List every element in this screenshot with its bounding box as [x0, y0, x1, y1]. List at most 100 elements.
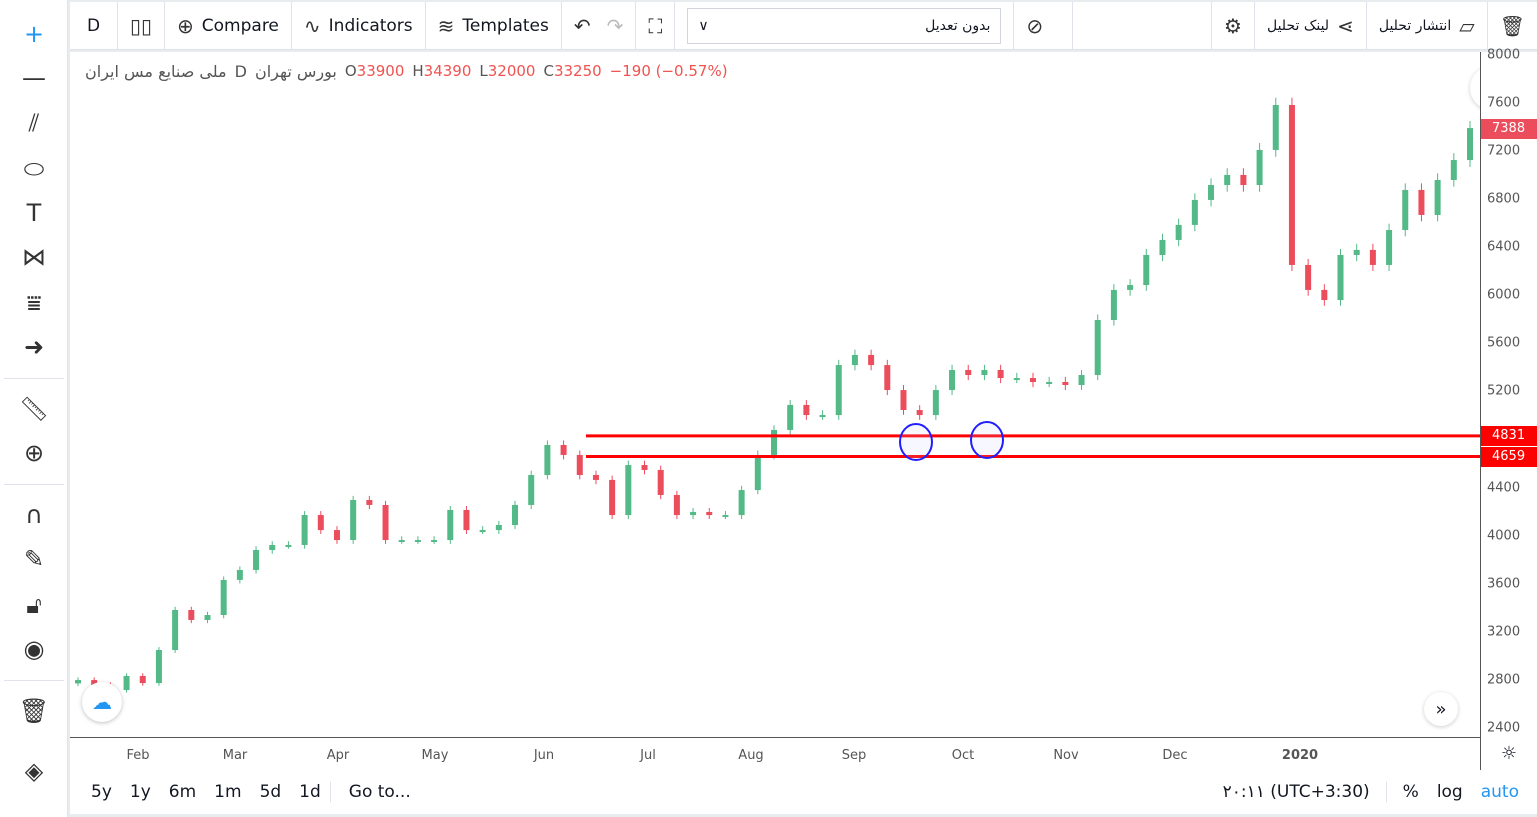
- publish-label: انتشار تحلیل: [1378, 17, 1452, 34]
- bottom-toolbar: 5y 1y 6m 1m 5d 1d Go to... ۲۰:۱۱ (UTC+3:30) %…: [70, 770, 1537, 814]
- shapes-icon[interactable]: ⬭: [14, 152, 54, 186]
- candle-body: [1127, 285, 1134, 290]
- candle-body: [350, 500, 357, 541]
- candle-body: [900, 390, 907, 411]
- eye-icon[interactable]: ◉: [14, 632, 54, 666]
- range-5y[interactable]: 5y: [82, 782, 121, 802]
- interval-button[interactable]: D: [70, 1, 118, 50]
- drawing-toolbar: + — ⫽ ⬭ T ⋈ ⩸ ➜ 📏︎ ⊕ ∩ ✎ 🔓︎ ◉ 🗑︎ ◈: [0, 0, 68, 817]
- range-5d[interactable]: 5d: [251, 782, 291, 802]
- candle-body: [123, 675, 130, 691]
- ruler-icon[interactable]: 📏︎: [14, 392, 54, 426]
- settings-button[interactable]: ⚙: [1211, 1, 1255, 50]
- log-toggle[interactable]: log: [1428, 782, 1472, 802]
- publish-button[interactable]: انتشار تحلیل ▱: [1367, 1, 1488, 50]
- candle-body: [997, 369, 1004, 379]
- price-tick-label: 6800: [1487, 191, 1521, 207]
- goto-button[interactable]: Go to...: [331, 782, 420, 802]
- timezone-clock[interactable]: ۲۰:۱۱ (UTC+3:30): [1214, 782, 1387, 802]
- fib-tools-icon[interactable]: ⫽: [14, 106, 54, 140]
- candle-body: [1175, 224, 1182, 240]
- price-tick-label: 6000: [1487, 287, 1521, 303]
- candle-body: [1013, 378, 1020, 381]
- candle-body: [75, 680, 81, 684]
- trash-icon[interactable]: 🗑︎: [14, 694, 54, 728]
- candle-body: [625, 465, 632, 516]
- gear-icon: ⚙: [1224, 13, 1242, 38]
- magnet-icon[interactable]: ∩: [14, 498, 54, 532]
- fullscreen-icon: ⛶: [648, 13, 663, 38]
- candle-body: [188, 609, 195, 620]
- time-tick-label: Aug: [738, 748, 764, 763]
- chevron-down-icon: ∨: [698, 17, 709, 34]
- candle-body: [1256, 149, 1263, 186]
- candle-body: [932, 390, 939, 416]
- candle-body: [1046, 382, 1053, 385]
- indicators-button[interactable]: ∿ Indicators: [292, 1, 426, 50]
- candle-body: [1272, 104, 1279, 150]
- hide-button[interactable]: ⊘: [1013, 1, 1074, 50]
- chart-pane[interactable]: ☁ » ‹: [70, 52, 1514, 737]
- arrow-icon[interactable]: ➜: [14, 330, 54, 364]
- candle-body: [609, 479, 616, 516]
- templates-button[interactable]: ≋ Templates: [426, 1, 562, 50]
- candle-body: [253, 550, 260, 570]
- range-buttons: 5y 1y 6m 1m 5d 1d: [70, 782, 331, 802]
- patterns-icon[interactable]: ⋈: [14, 240, 54, 274]
- range-1y[interactable]: 1y: [121, 782, 160, 802]
- candle-body: [754, 454, 761, 491]
- auto-toggle[interactable]: auto: [1472, 782, 1537, 802]
- range-1d[interactable]: 1d: [290, 782, 330, 802]
- layers-icon[interactable]: ◈: [14, 754, 54, 788]
- range-1m[interactable]: 1m: [205, 782, 250, 802]
- redo-icon[interactable]: ↷: [607, 14, 624, 38]
- high-label: H: [412, 62, 424, 80]
- time-tick-label: Oct: [951, 748, 975, 763]
- scroll-to-realtime-button[interactable]: »: [1424, 692, 1458, 726]
- high-value: 34390: [423, 62, 472, 80]
- time-axis[interactable]: Feb Mar Apr May Jun Jul Aug Sep Oct Nov Dec 2020: [70, 737, 1480, 770]
- divider: [4, 378, 64, 379]
- fullscreen-button[interactable]: ⛶: [636, 1, 676, 50]
- crosshair-icon[interactable]: +: [14, 17, 54, 51]
- candle-body: [317, 515, 324, 531]
- candle-body: [1240, 174, 1247, 186]
- change-value: −190 (−0.57%): [609, 62, 728, 80]
- candle-body: [787, 404, 794, 430]
- plus-circle-icon: ⊕: [177, 13, 194, 38]
- candle-body: [657, 469, 664, 495]
- price-tick-label: 7200: [1487, 143, 1521, 159]
- axis-settings-button[interactable]: ☼: [1480, 737, 1537, 770]
- candle-body: [884, 365, 891, 391]
- candle-body: [722, 515, 729, 518]
- zoom-in-icon[interactable]: ⊕: [14, 436, 54, 470]
- price-axis[interactable]: 8000760072006800640060005600520048004400…: [1480, 48, 1537, 737]
- candle-body: [1467, 128, 1473, 161]
- close-label: C: [543, 62, 554, 80]
- adjustment-dropdown[interactable]: ∨ بدون تعدیل: [687, 7, 1002, 44]
- candle-body: [204, 615, 211, 620]
- candlestick-chart: [75, 97, 1480, 693]
- candle-body: [576, 454, 583, 476]
- chart-type-button[interactable]: ▯▯: [118, 1, 166, 50]
- top-toolbar: D ▯▯ ⊕ Compare ∿ Indicators ≋ Templates ↶ ↷ …: [70, 1, 1537, 50]
- lock-icon[interactable]: 🔓︎: [14, 588, 54, 622]
- candle-body: [1450, 160, 1457, 180]
- price-tick-label: 3200: [1487, 624, 1521, 640]
- range-6m[interactable]: 6m: [160, 782, 205, 802]
- candle-body: [690, 512, 697, 516]
- drawing-mode-icon[interactable]: ✎: [14, 542, 54, 576]
- percent-toggle[interactable]: %: [1387, 782, 1428, 802]
- price-tick-label: 6400: [1487, 239, 1521, 255]
- trend-line-icon[interactable]: —: [14, 61, 54, 95]
- share-link-label: لینک تحلیل: [1266, 17, 1330, 34]
- prediction-icon[interactable]: ⩸: [14, 286, 54, 320]
- candle-body: [1208, 185, 1215, 200]
- price-tick-label: 4000: [1487, 528, 1521, 544]
- text-icon[interactable]: T: [14, 196, 54, 230]
- undo-icon[interactable]: ↶: [574, 14, 591, 38]
- share-link-button[interactable]: لینک تحلیل ⋖: [1255, 1, 1367, 50]
- time-tick-label: May: [421, 748, 449, 763]
- compare-button[interactable]: ⊕ Compare: [165, 1, 292, 50]
- delete-button[interactable]: 🗑︎: [1488, 2, 1537, 50]
